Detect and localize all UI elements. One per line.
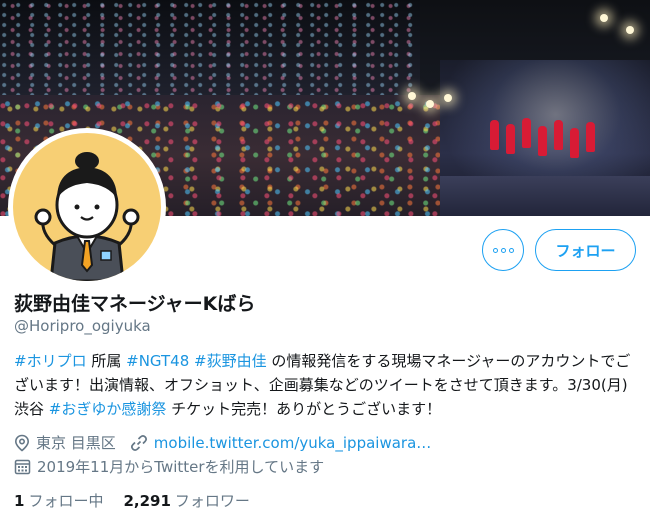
- join-date: 2019年11月からTwitterを利用しています: [14, 456, 324, 477]
- avatar-character-icon: [34, 152, 140, 281]
- followers-count: 2,291: [123, 492, 171, 510]
- join-date-text: 2019年11月からTwitterを利用しています: [37, 458, 325, 476]
- stage-light: [408, 92, 416, 100]
- stage-light: [444, 94, 452, 102]
- hashtag-link[interactable]: #おぎゆか感謝祭: [49, 400, 167, 418]
- following-label: フォロー中: [28, 492, 104, 510]
- location-pin-icon: [14, 434, 30, 452]
- banner-performer: [538, 126, 547, 156]
- website[interactable]: mobile.twitter.com/yuka_ippaiwara…: [130, 434, 432, 452]
- stage-light: [600, 14, 608, 22]
- banner-performer: [522, 118, 531, 148]
- followers-label: フォロワー: [174, 492, 250, 510]
- location-text: 東京 目黒区: [36, 434, 116, 452]
- hashtag-link[interactable]: #NGT48: [126, 352, 189, 370]
- hashtag-link[interactable]: #荻野由佳: [194, 352, 267, 370]
- bio-text: チケット完売！ありがとうございます！: [166, 400, 442, 418]
- banner-stage-floor: [440, 176, 650, 216]
- stage-light: [626, 26, 634, 34]
- stage-light: [426, 100, 434, 108]
- banner-performer: [570, 128, 579, 158]
- banner-audience-tiers: [0, 0, 420, 100]
- avatar[interactable]: [8, 128, 166, 286]
- profile-bio: #ホリプロ 所属 #NGT48 #荻野由佳 の情報発信をする現場マネージャーのア…: [14, 349, 639, 421]
- profile-joined-row: 2019年11月からTwitterを利用しています: [14, 456, 338, 477]
- avatar-illustration: [13, 133, 161, 281]
- follow-button[interactable]: フォロー: [535, 229, 636, 271]
- user-handle: @Horipro_ogiyuka: [14, 317, 151, 335]
- more-icon: [492, 247, 514, 253]
- display-name: 荻野由佳マネージャーKばら: [14, 293, 256, 315]
- banner-performer: [506, 124, 515, 154]
- website-link[interactable]: mobile.twitter.com/yuka_ippaiwara…: [154, 434, 432, 452]
- banner-performer: [586, 122, 595, 152]
- profile-meta-row: 東京 目黒区 mobile.twitter.com/yuka_ippaiwara…: [14, 432, 445, 453]
- followers-link[interactable]: 2,291 フォロワー: [123, 490, 249, 511]
- follow-stats: 1 フォロー中 2,291 フォロワー: [14, 490, 270, 511]
- more-options-button[interactable]: [482, 229, 524, 271]
- location: 東京 目黒区: [14, 432, 116, 453]
- banner-performer: [554, 120, 563, 150]
- banner-performer: [490, 120, 499, 150]
- link-icon: [130, 434, 147, 451]
- hashtag-link[interactable]: #ホリプロ: [14, 352, 87, 370]
- banner-stage: [440, 60, 650, 216]
- following-count: 1: [14, 492, 25, 510]
- bio-text: 所属: [86, 352, 127, 370]
- following-link[interactable]: 1 フォロー中: [14, 490, 103, 511]
- calendar-icon: [14, 459, 31, 475]
